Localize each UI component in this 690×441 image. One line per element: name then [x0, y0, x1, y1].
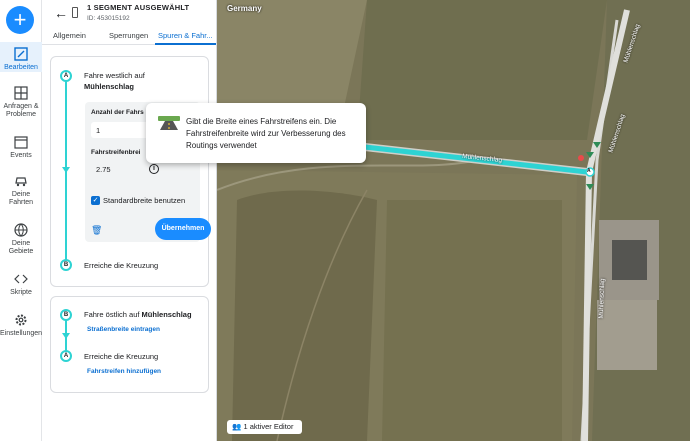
editor-icon: 👥 — [232, 422, 242, 431]
direction-title: Fahre östlich auf Mühlenschlag — [84, 309, 192, 320]
selection-title: 1 SEGMENT AUSGEWÄHLT — [87, 3, 190, 12]
direction-prefix: Fahre westlich auf — [84, 71, 145, 80]
road-width-link[interactable]: Straßenbreite eintragen — [87, 326, 160, 333]
rail-item-label: Bearbeiten — [4, 64, 38, 71]
rail-item-label: Deine Fahrten — [8, 191, 34, 206]
node-end: B — [60, 259, 72, 271]
rail-item-drives[interactable]: Deine Fahrten — [0, 174, 42, 207]
junction-label: A — [587, 168, 591, 174]
rail-item-scripts[interactable]: Skripte — [0, 272, 42, 297]
default-width-checkbox[interactable]: ✓ — [91, 196, 100, 205]
tab-closures[interactable]: Sperrungen — [109, 31, 148, 40]
rail-item-requests[interactable]: Anfragen & Probleme — [0, 86, 42, 119]
calendar-icon — [14, 136, 28, 149]
waze-map-editor: + Bearbeiten Anfragen & Probleme Events … — [0, 0, 690, 441]
lane-width-label: Fahrstreifenbrei — [91, 149, 141, 156]
tab-general[interactable]: Allgemein — [53, 31, 86, 40]
add-lanes-link[interactable]: Fahrstreifen hinzufügen — [87, 368, 161, 375]
country-label: Germany — [227, 4, 262, 13]
back-arrow-icon[interactable]: ← — [54, 5, 68, 21]
rail-item-settings[interactable]: Einstellungen — [0, 313, 42, 338]
grid-icon — [14, 86, 28, 100]
segment-icon — [72, 7, 78, 18]
map-view[interactable]: Germany Mühlenschlag Mühlenschlag Mühlen… — [217, 0, 690, 441]
direction-prefix: Fahre östlich auf — [84, 310, 140, 319]
code-icon — [14, 274, 28, 284]
rail-item-label: Skripte — [10, 289, 32, 296]
arrive-junction-text: Erreiche die Kreuzung — [84, 261, 159, 270]
rail-item-events[interactable]: Events — [0, 135, 42, 160]
active-editors-badge[interactable]: 👥 1 aktiver Editor — [227, 420, 302, 434]
road-lane-icon — [158, 116, 180, 130]
info-icon[interactable]: i — [149, 164, 159, 174]
tab-lanes[interactable]: Spuren & Fahr... — [158, 31, 213, 40]
direction-title: Fahre westlich auf Mühlenschlag — [84, 70, 145, 92]
rail-item-label: Anfragen & Probleme — [3, 103, 39, 118]
active-editors-text: 1 aktiver Editor — [243, 422, 294, 431]
rail-item-label: Deine Gebiete — [8, 240, 34, 255]
rail-item-areas[interactable]: Deine Gebiete — [0, 223, 42, 256]
apply-button[interactable]: Übernehmen — [155, 218, 211, 240]
rail-item-label: Events — [10, 152, 32, 159]
rail-item-edit[interactable]: Bearbeiten — [0, 42, 42, 72]
lanes-count-label: Anzahl der Fahrs — [91, 109, 144, 116]
lane-width-tooltip: Gibt die Breite eines Fahrstreifens ein.… — [146, 103, 366, 163]
segment-panel: ← 1 SEGMENT AUSGEWÄHLT ID: 453015192 All… — [42, 0, 217, 441]
gear-icon — [15, 314, 27, 326]
direction-card-east: B A Fahre östlich auf Mühlenschlag Straß… — [50, 296, 209, 393]
active-tab-indicator — [155, 43, 216, 45]
node-start: B — [60, 309, 72, 321]
rail-item-label: Einstellungen — [0, 330, 43, 337]
globe-icon — [14, 223, 28, 237]
street-label: Mühlenschlag — [597, 278, 607, 319]
default-width-label: Standardbreite benutzen — [103, 196, 186, 205]
direction-arrow-icon — [62, 333, 70, 339]
left-rail: + Bearbeiten Anfragen & Probleme Events … — [0, 0, 42, 441]
panel-header: ← 1 SEGMENT AUSGEWÄHLT ID: 453015192 — [42, 0, 217, 28]
edit-map-icon — [14, 47, 28, 61]
segment-id: ID: 453015192 — [87, 15, 130, 22]
street-name: Mühlenschlag — [141, 310, 192, 319]
street-name: Mühlenschlag — [84, 82, 135, 91]
car-icon — [15, 177, 27, 187]
direction-arrow-icon — [62, 167, 70, 173]
node-start: A — [60, 70, 72, 82]
tooltip-text: Gibt die Breite eines Fahrstreifens ein.… — [186, 117, 346, 150]
satellite-map — [217, 0, 690, 441]
trash-icon[interactable]: 🗑 — [91, 225, 102, 236]
add-button[interactable]: + — [6, 6, 34, 34]
panel-tabs: Allgemein Sperrungen Spuren & Fahr... — [42, 28, 217, 45]
arrive-junction-text: Erreiche die Kreuzung — [84, 352, 159, 361]
node-end: A — [60, 350, 72, 362]
direction-card-west: A B Fahre westlich auf Mühlenschlag Anza… — [50, 56, 211, 287]
